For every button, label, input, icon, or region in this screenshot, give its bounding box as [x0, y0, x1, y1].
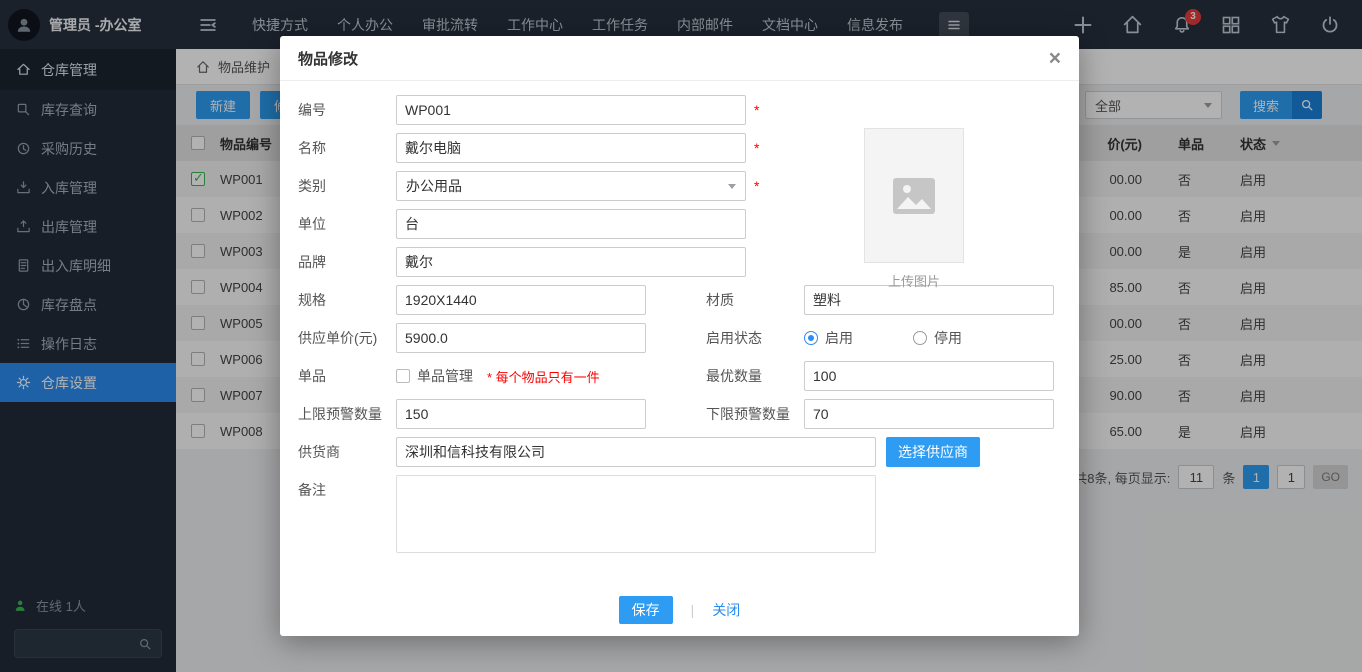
radio-enabled-label: 启用	[825, 328, 853, 348]
code-input[interactable]	[396, 95, 746, 125]
enable-status-label: 启用状态	[706, 323, 804, 353]
code-label: 编号	[298, 95, 396, 125]
field-row-code: 编号 *	[298, 95, 1061, 125]
lower-warn-input[interactable]	[804, 399, 1054, 429]
single-label: 单品	[298, 361, 396, 391]
image-placeholder-icon	[893, 178, 935, 214]
unit-label: 单位	[298, 209, 396, 239]
spec-label: 规格	[298, 285, 396, 315]
optimal-qty-label: 最优数量	[706, 361, 804, 391]
modal-footer: 保存 | 关闭	[280, 584, 1079, 636]
footer-separator: |	[691, 602, 695, 618]
upload-image-box[interactable]	[864, 128, 964, 263]
required-mark: *	[754, 133, 759, 163]
single-note: * 每个物品只有一件	[487, 367, 600, 386]
name-label: 名称	[298, 133, 396, 163]
select-supplier-button[interactable]: 选择供应商	[886, 437, 980, 467]
optimal-qty-input[interactable]	[804, 361, 1054, 391]
upload-section: 上传图片	[864, 128, 964, 290]
field-row-remark: 备注	[298, 475, 1061, 553]
close-icon[interactable]: ×	[1049, 48, 1061, 69]
name-input[interactable]	[396, 133, 746, 163]
upper-warn-input[interactable]	[396, 399, 646, 429]
supplier-input[interactable]	[396, 437, 876, 467]
unit-input[interactable]	[396, 209, 746, 239]
required-mark: *	[754, 95, 759, 125]
modal-body: 编号 * 名称 * 类别 办公用品 * 单位 品牌 规格	[280, 81, 1079, 584]
lower-warn-label: 下限预警数量	[706, 399, 804, 429]
single-checkbox-label: 单品管理	[417, 366, 473, 386]
radio-disabled[interactable]	[913, 331, 927, 345]
required-mark: *	[754, 171, 759, 201]
modal-header: 物品修改 ×	[280, 36, 1079, 81]
chevron-down-icon	[728, 184, 736, 189]
field-row-single-optimal: 单品 单品管理 * 每个物品只有一件 最优数量	[298, 361, 1061, 391]
remark-label: 备注	[298, 475, 396, 505]
unit-price-input[interactable]	[396, 323, 646, 353]
supplier-label: 供货商	[298, 437, 396, 467]
enable-status-radios: 启用 停用	[804, 328, 1054, 348]
radio-disabled-label: 停用	[934, 328, 962, 348]
field-row-warn-limits: 上限预警数量 下限预警数量	[298, 399, 1061, 429]
field-row-supplier: 供货商 选择供应商	[298, 437, 1061, 467]
save-button[interactable]: 保存	[619, 596, 673, 624]
remark-textarea[interactable]	[396, 475, 876, 553]
spec-input[interactable]	[396, 285, 646, 315]
brand-input[interactable]	[396, 247, 746, 277]
single-management-checkbox[interactable]	[396, 369, 410, 383]
close-button[interactable]: 关闭	[712, 600, 740, 620]
field-row-price-status: 供应单价(元) 启用状态 启用 停用	[298, 323, 1061, 353]
category-label: 类别	[298, 171, 396, 201]
item-edit-modal: 物品修改 × 编号 * 名称 * 类别 办公用品 * 单位 品牌	[280, 36, 1079, 636]
radio-enabled[interactable]	[804, 331, 818, 345]
category-select[interactable]: 办公用品	[396, 171, 746, 201]
brand-label: 品牌	[298, 247, 396, 277]
category-selected-value: 办公用品	[406, 176, 462, 196]
modal-title: 物品修改	[298, 48, 358, 69]
material-label: 材质	[706, 285, 804, 315]
upper-warn-label: 上限预警数量	[298, 399, 396, 429]
unit-price-label: 供应单价(元)	[298, 323, 396, 353]
upload-label: 上传图片	[864, 271, 964, 290]
